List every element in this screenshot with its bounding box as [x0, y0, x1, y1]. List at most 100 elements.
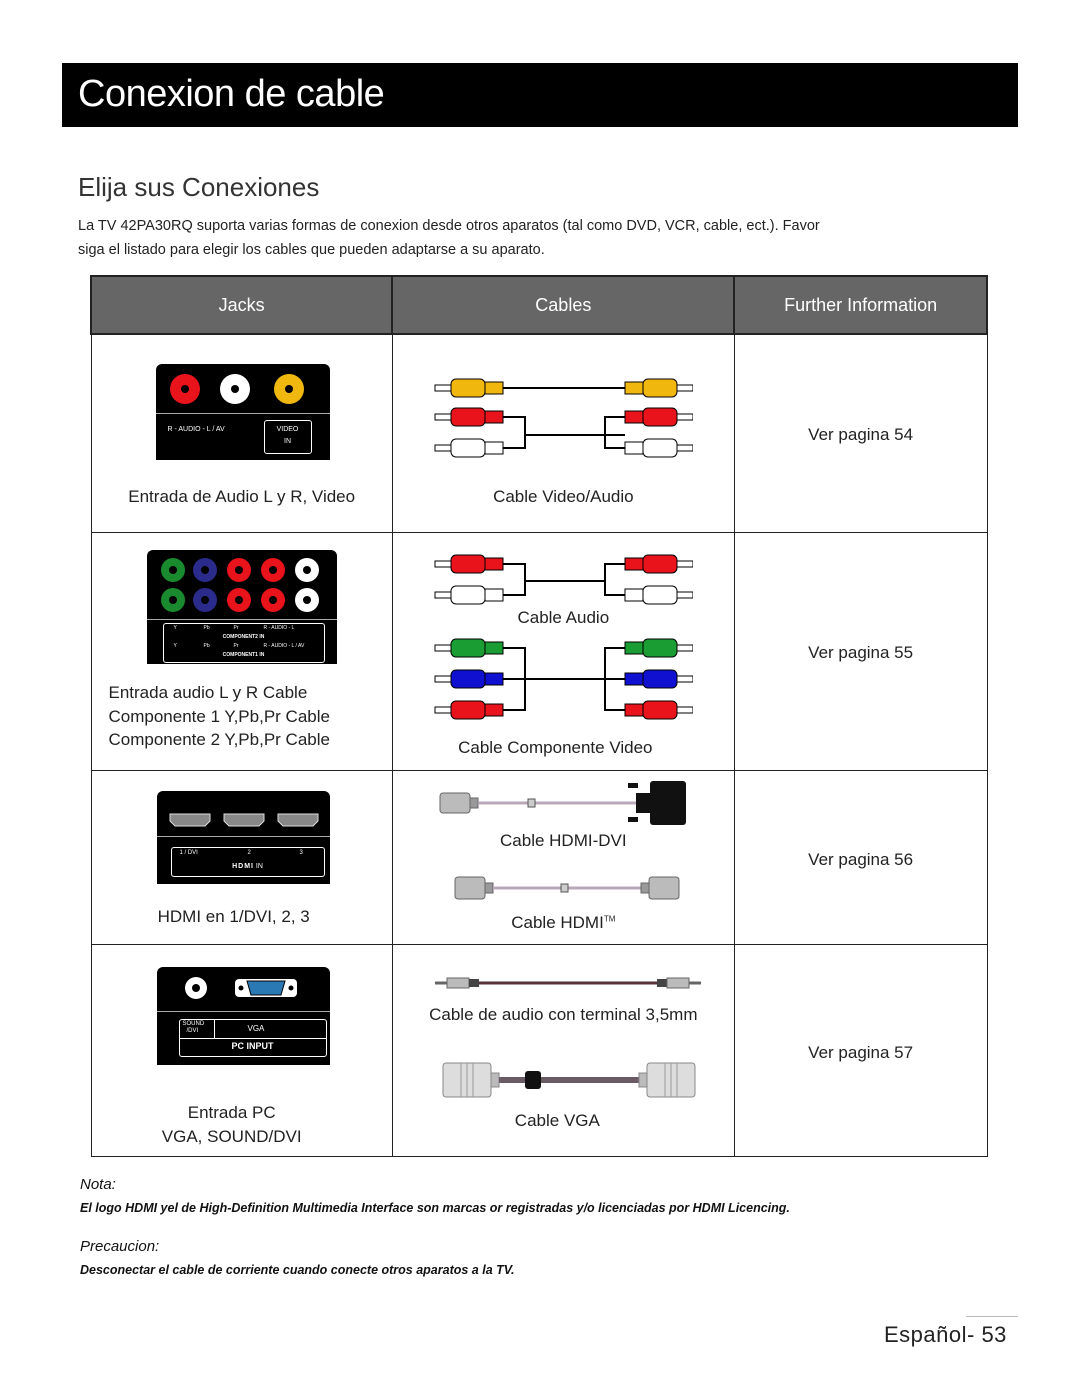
av-cable-icon: [434, 378, 693, 458]
y-label: Y: [173, 625, 177, 631]
audio-l-jack-icon: [219, 374, 250, 404]
hdmi-port-3-icon: [277, 813, 318, 827]
caption-line: Entrada audio L y R Cable: [108, 683, 308, 702]
hdmi-cable-icon: [454, 876, 680, 900]
header-further-information: Further Information: [733, 275, 988, 335]
pb-label: Pb: [203, 625, 210, 631]
info-cell: Ver pagina 57: [733, 944, 988, 1157]
component-cable-icon: [434, 638, 693, 720]
audio-l1-jack-icon: [294, 588, 319, 612]
pr2-jack-icon: [226, 558, 251, 582]
intro-line-2: siga el listado para elegir los cables q…: [78, 242, 545, 258]
table-row: SOUND /DVI VGA PC INPUT Entrada PC VGA, …: [90, 944, 988, 1157]
jacks-cell: Y Pb Pr R - AUDIO - L COMPONENT2 IN Y Pb…: [90, 532, 393, 771]
hdmi-in-title: HDMI IN: [172, 863, 324, 870]
hdmi-port-1-icon: [169, 813, 210, 827]
audio-av-label: R - AUDIO - L / AV: [167, 426, 225, 433]
dvi-label: /DVI: [186, 1028, 199, 1034]
cable-hdmi-label: Cable HDMI: [511, 913, 604, 932]
pc-input-label-box: SOUND /DVI VGA PC INPUT: [178, 1019, 327, 1057]
trademark-symbol: TM: [603, 914, 616, 924]
cable-caption: Cable HDMITM: [393, 913, 734, 933]
y2-jack-icon: [160, 558, 185, 582]
jack-caption: Entrada audio L y R Cable Componente 1 Y…: [109, 681, 330, 752]
table-header-row: Jacks Cables Further Information: [89, 275, 988, 335]
component2-title: COMPONENT2 IN: [222, 634, 265, 640]
page-number: Español- 53: [884, 1322, 1007, 1347]
page-reference: Ver pagina 55: [808, 643, 914, 662]
vga-cable-icon: [442, 1062, 696, 1098]
audio-l2-jack-icon: [294, 558, 319, 582]
info-cell: Ver pagina 56: [733, 770, 988, 945]
sound-label: SOUND: [182, 1021, 205, 1027]
info-cell: Ver pagina 55: [733, 532, 988, 771]
component1-title: COMPONENT1 IN: [222, 652, 265, 658]
precaucion-heading: Precaucion:: [80, 1238, 160, 1255]
port-1-dvi-label: 1 / DVI: [179, 850, 198, 856]
pr-label: Pr: [233, 643, 239, 649]
footer-divider: [966, 1316, 1018, 1317]
audio-r2-jack-icon: [260, 558, 285, 582]
box-divider: [213, 1020, 215, 1038]
pb-label: Pb: [203, 643, 210, 649]
cables-cell: Cable Audio Cable Componente Video: [391, 532, 735, 771]
page-reference: Ver pagina 57: [808, 1043, 914, 1062]
jack-caption: Entrada PC VGA, SOUND/DVI: [82, 1101, 382, 1149]
nota-heading: Nota:: [80, 1176, 116, 1193]
page-reference: Ver pagina 56: [808, 850, 914, 869]
jacks-cell: 1 / DVI 2 3 HDMI IN HDMI en 1/DVI, 2, 3: [90, 770, 393, 945]
cable-caption: Cable Video/Audio: [493, 487, 634, 506]
caption-line: VGA, SOUND/DVI: [161, 1127, 302, 1146]
port-3-label: 3: [299, 850, 303, 856]
hdmi-jack-panel: 1 / DVI 2 3 HDMI IN: [156, 791, 330, 884]
jack-caption: HDMI en 1/DVI, 2, 3: [157, 907, 310, 926]
plug-yellow-left: [434, 378, 504, 398]
intro-line-1: La TV 42PA30RQ suporta varias formas de …: [78, 218, 820, 234]
cable-caption: Cable Componente Video: [458, 738, 653, 757]
table-row: R - AUDIO - L / AV VIDEO IN Entrada de A…: [90, 333, 988, 533]
audio-cable-icon: [434, 554, 693, 605]
cables-cell: Cable HDMI-DVI Cable HDMITM: [391, 770, 735, 945]
hdmi-port-2-icon: [223, 813, 264, 827]
caption-line: Componente 1 Y,Pb,Pr Cable: [108, 706, 330, 726]
nota-text: El logo HDMI yel de High-Definition Mult…: [80, 1201, 790, 1215]
pb2-jack-icon: [192, 558, 217, 582]
hdmi-dvi-cable-icon: [439, 781, 686, 825]
jacks-cell: SOUND /DVI VGA PC INPUT Entrada PC VGA, …: [90, 944, 393, 1157]
panel-divider: [155, 413, 330, 414]
table-row: Y Pb Pr R - AUDIO - L COMPONENT2 IN Y Pb…: [90, 532, 988, 771]
cable-caption: Cable VGA: [514, 1111, 600, 1130]
port-2-label: 2: [247, 850, 251, 856]
caption-line: Componente 2 Y,Pb,Pr Cable: [108, 730, 330, 749]
panel-divider: [156, 1011, 330, 1012]
header-jacks: Jacks: [89, 275, 394, 335]
section-subtitle: Elija sus Conexiones: [78, 172, 320, 202]
box-divider: [179, 1038, 326, 1039]
component-label-box: Y Pb Pr R - AUDIO - L COMPONENT2 IN Y Pb…: [162, 623, 325, 663]
table-row: 1 / DVI 2 3 HDMI IN HDMI en 1/DVI, 2, 3: [90, 770, 988, 945]
jack-caption: Entrada de Audio L y R, Video: [128, 487, 356, 506]
sound-dvi-jack-icon: [184, 977, 207, 999]
in-label: IN: [255, 863, 263, 870]
in-label: IN: [284, 438, 291, 445]
video-in-box: VIDEO IN: [263, 420, 312, 454]
component-jack-panel: Y Pb Pr R - AUDIO - L COMPONENT2 IN Y Pb…: [146, 550, 337, 664]
panel-divider: [146, 619, 337, 620]
precaucion-text: Desconectar el cable de corriente cuando…: [80, 1263, 515, 1277]
video-label: VIDEO: [276, 426, 299, 433]
pc-jack-panel: SOUND /DVI VGA PC INPUT: [156, 967, 330, 1065]
pr1-jack-icon: [226, 588, 251, 612]
cables-cell: Cable de audio con terminal 3,5mm Cable …: [391, 944, 735, 1157]
y1-jack-icon: [160, 588, 185, 612]
intro-paragraph: La TV 42PA30RQ suporta varias formas de …: [78, 214, 978, 262]
vga-port-icon: [234, 979, 297, 997]
page-title: Conexion de cable: [78, 73, 385, 115]
caption-line: Entrada PC: [187, 1103, 276, 1122]
av-jack-panel: R - AUDIO - L / AV VIDEO IN: [155, 364, 330, 460]
audio-r1-jack-icon: [260, 588, 285, 612]
pr-label: Pr: [233, 625, 239, 631]
y-label: Y: [173, 643, 177, 649]
page-reference: Ver pagina 54: [808, 425, 914, 444]
hdmi-label-box: 1 / DVI 2 3 HDMI IN: [170, 847, 325, 877]
page-title-bar: Conexion de cable: [62, 63, 1018, 127]
